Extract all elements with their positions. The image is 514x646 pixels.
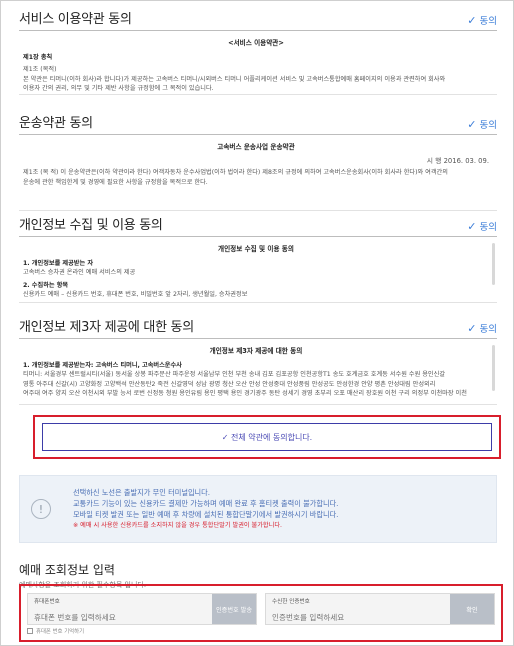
section-title: 운송약관 동의 [19,116,93,131]
code-input[interactable] [272,613,444,622]
box-title: 고속버스 운송사업 운송약관 [217,143,295,151]
terms-line: 이용자 간의 권리, 의무 및 기타 제반 사항을 규정함에 그 목적이 있습니… [23,85,214,92]
agree-checkbox-transport[interactable]: ✓ 동의 [467,117,497,132]
terms-line: 1. 개인정보를 제공받는자: 고속버스 티머니, 고속버스운수사 [23,361,182,369]
phone-label: 휴대폰번호 [34,599,60,605]
all-agree-highlight: ✓ 전체 약관에 동의합니다. [33,415,501,459]
section-header: 서비스 이용약관 동의 ✓ 동의 [19,9,497,31]
check-icon: ✓ [467,117,477,131]
agree-label: 동의 [479,324,497,335]
terms-line: 2. 수집하는 항목 [23,281,69,289]
terms-line: 운송에 관한 책임한계 및 경영에 필요한 사항을 규정함을 목적으로 한다. [23,178,208,186]
notice-warning: ※ 예매 시 사용한 신용카드를 소지하지 않을 경우 통합단말기 발권이 불가… [73,522,282,530]
unmanned-terminal-notice: ! 선택하신 노선은 출발지가 무인 터미널입니다. 교통카드 기능이 있는 신… [19,475,497,543]
code-group: 수신한 인증번호 확인 [265,593,495,625]
agree-checkbox-privacy[interactable]: ✓ 동의 [467,219,497,234]
info-icon: ! [31,499,51,519]
terms-line: 제1조 (목 적) 이 운송약관은(이하 약관이라 한다) 여객자동차 운수사업… [23,169,448,176]
agree-label: 동의 [479,120,497,131]
notice-line: 선택하신 노선은 출발지가 무인 터미널입니다. [73,487,211,497]
agree-all-button[interactable]: ✓ 전체 약관에 동의합니다. [42,423,492,451]
box-title: 개인정보 수집 및 이용 동의 [218,245,294,253]
check-icon: ✓ [467,321,477,335]
scrollbar[interactable] [492,243,495,285]
terms-line: 고속버스 승차권 온라인 예매 서비스의 제공 [23,269,136,276]
reservation-form-highlight: 휴대폰번호 인증번호 발송 수신한 인증번호 확인 휴대폰 번호 기억하기 [19,584,503,642]
terms-line: 본 약관은 티머니(이하 회사)라 합니다)가 제공하는 고속버스 티머니/시외… [23,75,446,83]
section-header: 운송약관 동의 ✓ 동의 [19,113,497,135]
phone-group: 휴대폰번호 인증번호 발송 [27,593,257,625]
check-icon: ✓ [467,219,477,233]
code-label: 수신한 인증번호 [272,599,310,605]
send-code-button[interactable]: 인증번호 발송 [212,594,256,624]
terms-service-section: 서비스 이용약관 동의 ✓ 동의 <서비스 이용약관> 제1장 총칙 제1조 (목… [19,9,497,95]
effective-date: 시 행 2016. 03. 09. [426,156,489,165]
section-title: 개인정보 수집 및 이용 동의 [19,218,163,233]
terms-line: 신용카드 예매 – 신용카드 번호, 휴대폰 번호, 비밀번호 앞 2자리, 생… [23,291,248,298]
terms-line: 1. 개인정보를 제공받는 자 [23,259,94,267]
reservation-form: 휴대폰번호 인증번호 발송 수신한 인증번호 확인 [27,593,495,625]
agree-checkbox-thirdparty[interactable]: ✓ 동의 [467,321,497,336]
terms-transport-section: 운송약관 동의 ✓ 동의 고속버스 운송사업 운송약관 시 행 2016. 03.… [19,113,497,211]
agree-label: 동의 [479,222,497,233]
check-icon: ✓ [467,13,477,27]
scrollbar[interactable] [492,345,495,391]
terms-line: 제1장 총칙 [23,53,53,61]
terms-line: 티머니: 서울경부 센트럴시티(서울) 동서울 상봉 파주문산 파주운정 서울남… [23,371,446,378]
terms-box[interactable]: 개인정보 제3자 제공에 대한 동의 1. 개인정보를 제공받는자: 고속버스 … [19,343,497,405]
terms-line: 제1조 (목적) [23,66,57,73]
section-title: 개인정보 제3자 제공에 대한 동의 [19,320,194,335]
confirm-button[interactable]: 확인 [450,594,494,624]
remember-phone-row[interactable]: 휴대폰 번호 기억하기 [27,627,495,635]
notice-line: 모바일 티켓 발권 또는 일반 예매 후 차량에 설치된 통합단말기에서 발권하… [73,510,339,519]
terms-box[interactable]: <서비스 이용약관> 제1장 총칙 제1조 (목적) 본 약관은 티머니(이하 … [19,35,497,95]
notice-line: 교통카드 기능이 있는 신용카드 결제만 가능하며 예매 완료 후 홈티켓 출력… [73,498,339,508]
remember-checkbox[interactable] [27,628,33,634]
section-title: 서비스 이용약관 동의 [19,12,132,27]
privacy-collection-section: 개인정보 수집 및 이용 동의 ✓ 동의 개인정보 수집 및 이용 동의 1. 개… [19,215,497,303]
box-title: 개인정보 제3자 제공에 대한 동의 [209,347,303,355]
phone-input[interactable] [34,613,206,622]
agree-checkbox-service[interactable]: ✓ 동의 [467,13,497,28]
agree-label: 동의 [479,16,497,27]
box-title: <서비스 이용약관> [228,39,284,47]
page-frame: 서비스 이용약관 동의 ✓ 동의 <서비스 이용약관> 제1장 총칙 제1조 (목… [0,0,514,646]
reservation-title: 예매 조회정보 입력 [19,563,115,577]
terms-line: 영통 아주대 신갈(시) 고양화정 고양백석 안산동탄2 죽전 신갈영덕 성남 … [23,380,436,388]
section-header: 개인정보 수집 및 이용 동의 ✓ 동의 [19,215,497,237]
section-header: 개인정보 제3자 제공에 대한 동의 ✓ 동의 [19,317,497,339]
terms-box[interactable]: 고속버스 운송사업 운송약관 시 행 2016. 03. 09. 제1조 (목 … [19,139,497,211]
agree-all-label: ✓ 전체 약관에 동의합니다. [221,432,313,442]
terms-line: 여주대 여주 양지 오산 이천시외 부발 능서 로번 신정동 청원 용인유림 용… [23,390,467,397]
remember-label: 휴대폰 번호 기억하기 [36,629,85,635]
notice-text: 선택하신 노선은 출발지가 무인 터미널입니다. 교통카드 기능이 있는 신용카… [73,487,338,532]
privacy-thirdparty-section: 개인정보 제3자 제공에 대한 동의 ✓ 동의 개인정보 제3자 제공에 대한 동… [19,317,497,405]
terms-box[interactable]: 개인정보 수집 및 이용 동의 1. 개인정보를 제공받는 자 고속버스 승차권… [19,241,497,303]
